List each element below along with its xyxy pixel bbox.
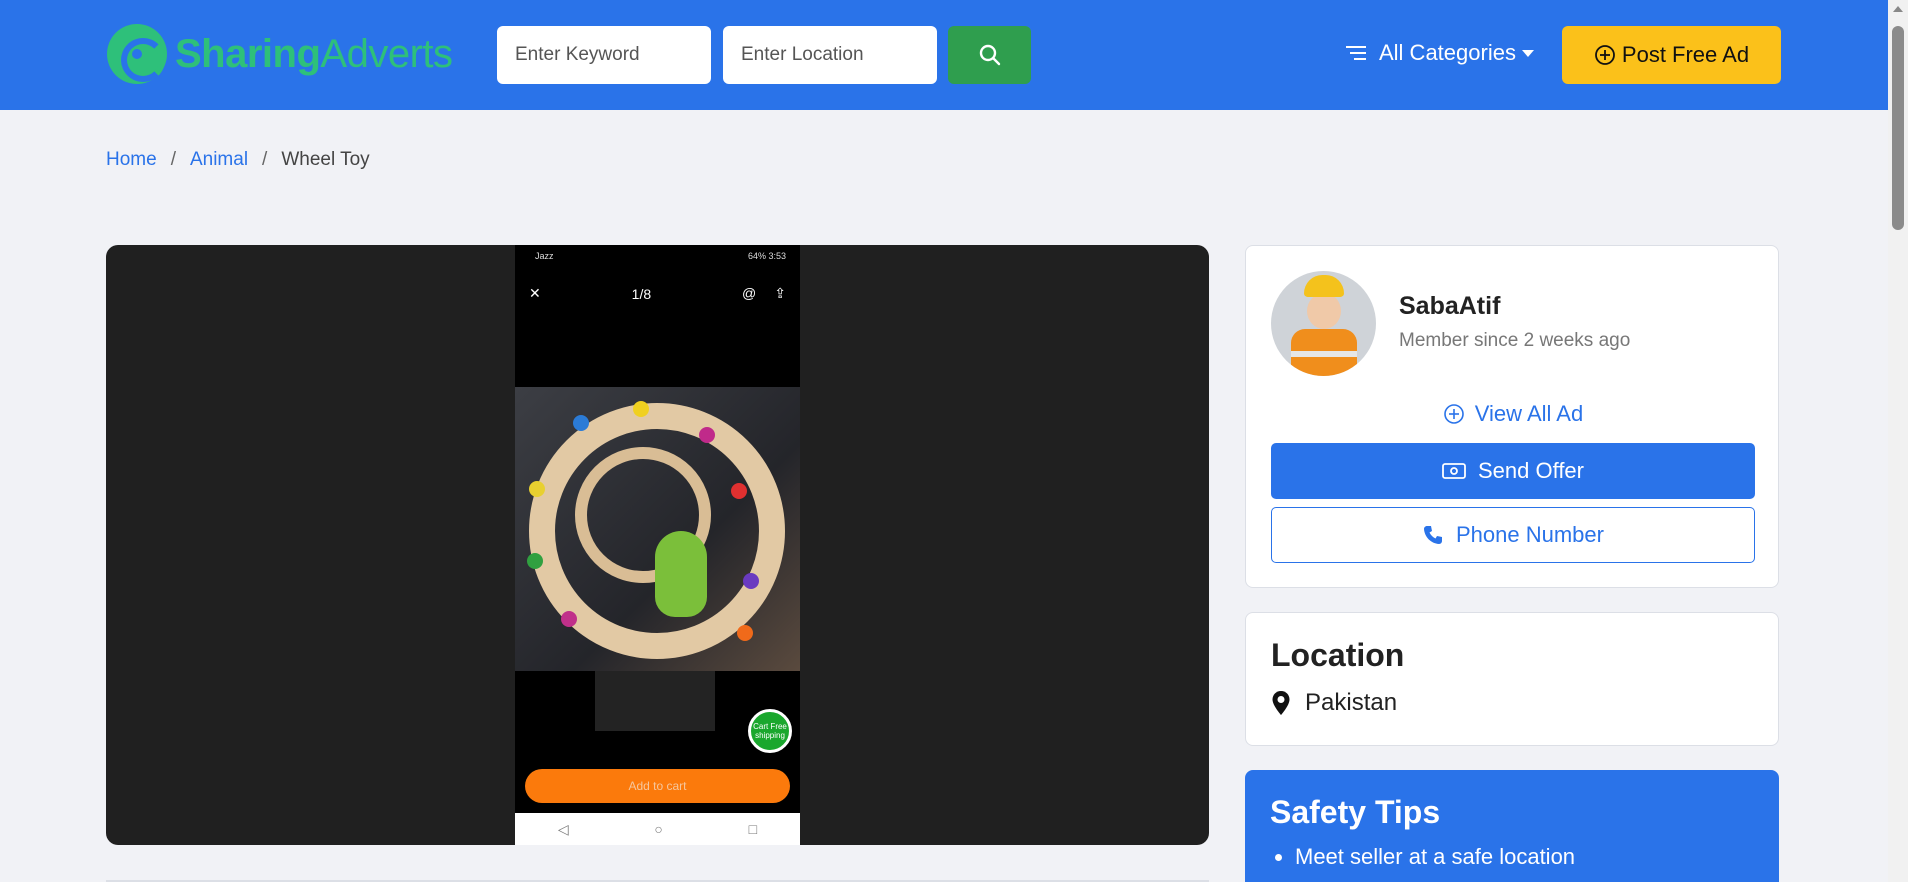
search-button[interactable] bbox=[948, 26, 1031, 84]
location-input[interactable] bbox=[723, 26, 937, 84]
view-all-ads-link[interactable]: View All Ad bbox=[1246, 401, 1780, 427]
scroll-up-arrow-icon[interactable] bbox=[1893, 6, 1903, 12]
bead-shape bbox=[527, 553, 543, 569]
cart-badge: Cart Free shipping bbox=[748, 709, 792, 753]
search-icon bbox=[979, 44, 1000, 66]
post-free-ad-button[interactable]: Post Free Ad bbox=[1562, 26, 1781, 84]
location-row: Pakistan bbox=[1271, 689, 1397, 717]
avatar-face-shape bbox=[1307, 293, 1341, 329]
page-scrollbar[interactable] bbox=[1888, 0, 1908, 882]
breadcrumb-separator: / bbox=[262, 149, 268, 170]
phone-number-button[interactable]: Phone Number bbox=[1271, 507, 1755, 563]
photo-status-bar: Jazz 64% 3:53 bbox=[535, 251, 786, 261]
close-icon: ✕ bbox=[529, 285, 541, 301]
site-logo[interactable]: SharingAdverts bbox=[107, 24, 453, 84]
home-circle-icon: ○ bbox=[654, 821, 663, 837]
cash-icon bbox=[1442, 463, 1466, 479]
post-free-ad-label: Post Free Ad bbox=[1621, 42, 1750, 67]
share-icon: ⇪ bbox=[774, 285, 786, 301]
back-triangle-icon: ◁ bbox=[557, 820, 569, 837]
photo-overlay-thumbnail bbox=[595, 671, 715, 731]
breadcrumb-current: Wheel Toy bbox=[281, 149, 370, 170]
bead-shape bbox=[743, 573, 759, 589]
safety-tips-card: Safety Tips Meet seller at a safe locati… bbox=[1245, 770, 1779, 882]
photo-nav-bar: ◁ ○ □ bbox=[515, 813, 800, 845]
safety-tips-list: Meet seller at a safe location bbox=[1295, 844, 1575, 878]
chevron-down-icon bbox=[1521, 49, 1534, 57]
bead-shape bbox=[573, 415, 589, 431]
seller-card: SabaAtif Member since 2 weeks ago View A… bbox=[1245, 245, 1779, 588]
bead-shape bbox=[699, 427, 715, 443]
safety-tip-item: Meet seller at a safe location bbox=[1295, 844, 1575, 870]
add-to-cart-graphic: Add to cart bbox=[525, 769, 790, 803]
seller-avatar bbox=[1271, 271, 1376, 376]
avatar-helmet-shape bbox=[1304, 275, 1344, 297]
bead-shape bbox=[731, 483, 747, 499]
categories-label: All Categories bbox=[1379, 40, 1516, 65]
send-offer-button[interactable]: Send Offer bbox=[1271, 443, 1755, 499]
safety-tips-title: Safety Tips bbox=[1270, 794, 1441, 830]
seller-name: SabaAtif bbox=[1399, 292, 1501, 320]
scrollbar-thumb[interactable] bbox=[1892, 26, 1904, 230]
parakeet-shape bbox=[655, 531, 707, 617]
bead-shape bbox=[561, 611, 577, 627]
bead-shape bbox=[529, 481, 545, 497]
at-icon: @ bbox=[742, 285, 757, 301]
photo-counter: 1/8 bbox=[631, 285, 652, 302]
plus-circle-icon bbox=[1595, 45, 1615, 65]
menu-lines-icon bbox=[1346, 46, 1366, 60]
map-pin-icon bbox=[1272, 691, 1290, 715]
ad-image-gallery[interactable]: Jazz 64% 3:53 ✕ 1/8 @ ⇪ Cart Free shippi… bbox=[106, 245, 1209, 845]
plus-circle-icon bbox=[1443, 404, 1464, 424]
bird-wheel-photo bbox=[515, 387, 800, 671]
bead-shape bbox=[633, 401, 649, 417]
breadcrumb-separator: / bbox=[170, 149, 176, 170]
breadcrumb-home[interactable]: Home bbox=[106, 149, 157, 171]
member-since: Member since 2 weeks ago bbox=[1399, 330, 1631, 351]
breadcrumb: Home / Animal / Wheel Toy bbox=[106, 149, 370, 171]
photo-toolbar: ✕ 1/8 @ ⇪ bbox=[529, 285, 786, 302]
location-title: Location bbox=[1271, 637, 1405, 673]
logo-text: SharingAdverts bbox=[175, 31, 453, 76]
keyword-input[interactable] bbox=[497, 26, 711, 84]
recent-square-icon: □ bbox=[748, 821, 758, 837]
location-card: Location Pakistan bbox=[1245, 612, 1779, 746]
ad-photo: Jazz 64% 3:53 ✕ 1/8 @ ⇪ Cart Free shippi… bbox=[515, 245, 800, 845]
breadcrumb-animal[interactable]: Animal bbox=[190, 149, 248, 171]
top-navbar: SharingAdverts All Categories Post Free … bbox=[0, 0, 1888, 110]
phone-icon bbox=[1424, 526, 1442, 544]
logo-icon bbox=[107, 24, 167, 84]
bead-shape bbox=[737, 625, 753, 641]
all-categories-dropdown[interactable]: All Categories bbox=[1345, 40, 1534, 66]
avatar-stripe-shape bbox=[1291, 351, 1357, 357]
location-value: Pakistan bbox=[1305, 689, 1398, 716]
